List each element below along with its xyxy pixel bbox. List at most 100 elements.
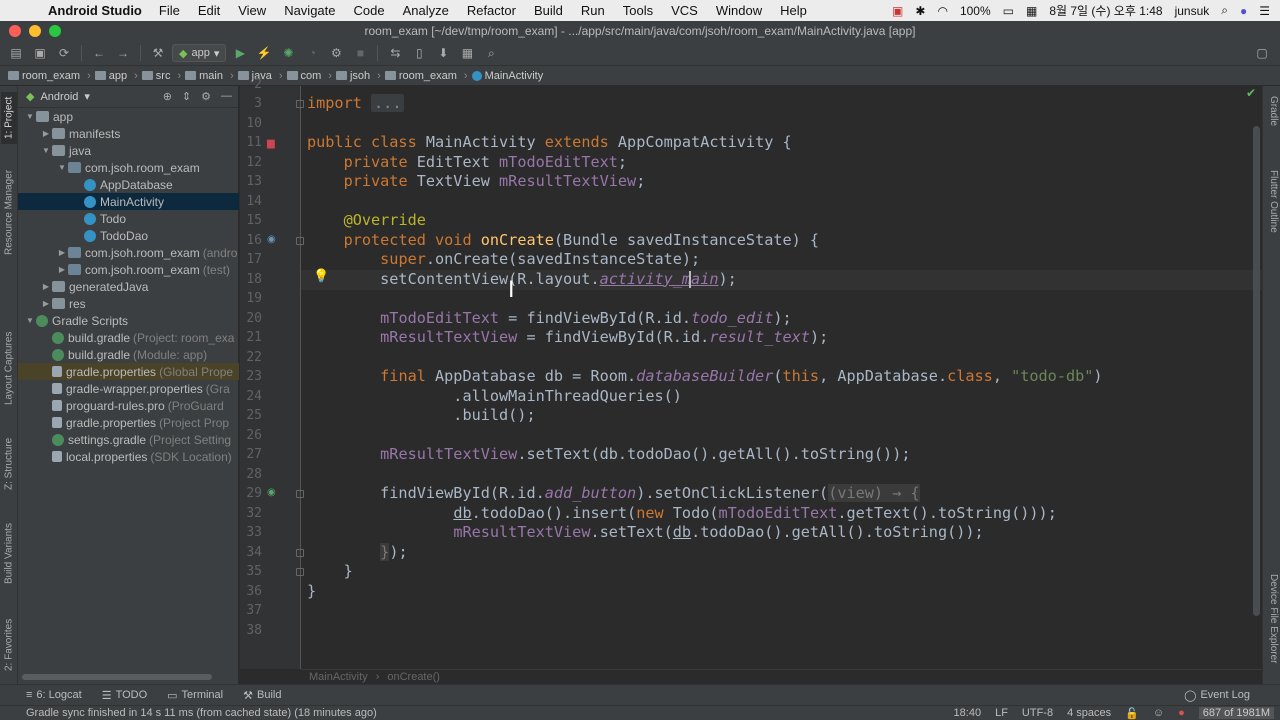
collapse-arrow-icon[interactable]: ▶: [40, 299, 52, 308]
app-menu[interactable]: Android Studio: [48, 3, 142, 18]
locate-file-icon[interactable]: ⊕: [163, 90, 172, 103]
search-icon[interactable]: ⌕: [481, 44, 501, 62]
notification-center-icon[interactable]: ☰: [1259, 4, 1270, 18]
tab-build-variants[interactable]: Build Variants: [1, 518, 17, 590]
collapse-arrow-icon[interactable]: ▶: [40, 129, 52, 138]
back-icon[interactable]: ←: [89, 44, 109, 62]
gradle-sync-icon[interactable]: ⇆: [385, 44, 405, 62]
lambda-marker-icon[interactable]: ◉: [267, 487, 276, 498]
tree-item[interactable]: ▶ manifests: [18, 125, 239, 142]
lock-icon[interactable]: 🔓: [1125, 707, 1139, 720]
code-breadcrumb-item[interactable]: onCreate(): [387, 671, 440, 683]
tree-item[interactable]: ▶ com.jsoh.room_exam (andro: [18, 244, 239, 261]
tree-item[interactable]: settings.gradle (Project Setting: [18, 431, 239, 448]
caret-position[interactable]: 18:40: [954, 707, 982, 719]
menu-code[interactable]: Code: [354, 3, 385, 18]
memory-indicator[interactable]: 687 of 1981M: [1198, 707, 1274, 719]
tab-build[interactable]: ⚒ Build: [243, 689, 281, 702]
expand-arrow-icon[interactable]: ▼: [24, 316, 36, 325]
inspection-ok-icon[interactable]: ✔: [1246, 86, 1256, 100]
calendar-icon[interactable]: ▣: [892, 4, 903, 18]
menu-build[interactable]: Build: [534, 3, 563, 18]
run-icon[interactable]: ▶: [230, 44, 250, 62]
bluetooth-icon[interactable]: ✱: [915, 4, 925, 18]
tree-item[interactable]: build.gradle (Module: app): [18, 346, 239, 363]
breadcrumb-item[interactable]: room_exam ›: [8, 70, 95, 82]
menu-vcs[interactable]: VCS: [671, 3, 698, 18]
tree-item[interactable]: TodoDao: [18, 227, 239, 244]
open-folder-icon[interactable]: ▤: [6, 44, 26, 62]
profile-icon[interactable]: ◔: [302, 44, 322, 62]
class-marker-icon[interactable]: ▆: [267, 138, 275, 149]
notification-icon[interactable]: ●: [1178, 707, 1185, 719]
tab-project[interactable]: 1: Project: [1, 92, 17, 144]
menu-navigate[interactable]: Navigate: [284, 3, 335, 18]
override-marker-icon[interactable]: ◉: [267, 234, 276, 245]
debug-icon[interactable]: ✺: [278, 44, 298, 62]
sdk-manager-icon[interactable]: ⬇: [433, 44, 453, 62]
siri-icon[interactable]: ●: [1240, 4, 1247, 18]
breadcrumb-item[interactable]: src ›: [141, 70, 185, 82]
fold-toggle[interactable]: [296, 490, 304, 498]
collapse-arrow-icon[interactable]: ▶: [40, 282, 52, 291]
tab-todo[interactable]: ☰ TODO: [102, 689, 147, 702]
build-icon[interactable]: ⚒: [148, 44, 168, 62]
tab-favorites[interactable]: 2: Favorites: [1, 614, 17, 676]
tree-item[interactable]: build.gradle (Project: room_exa: [18, 329, 239, 346]
tree-item[interactable]: ▶ generatedJava: [18, 278, 239, 295]
forward-icon[interactable]: →: [113, 44, 133, 62]
tab-event-log[interactable]: ◯ Event Log: [1184, 689, 1250, 702]
collapse-all-icon[interactable]: ⇕: [182, 90, 191, 103]
user-name[interactable]: junsuk: [1175, 4, 1210, 18]
expand-arrow-icon[interactable]: ▼: [40, 146, 52, 155]
code-area[interactable]: import ... public class MainActivity ext…: [307, 86, 1242, 669]
stop-icon[interactable]: ■: [350, 44, 370, 62]
fold-toggle[interactable]: [296, 237, 304, 245]
battery-icon[interactable]: ▭: [1003, 4, 1014, 18]
wifi-icon[interactable]: ◠: [937, 4, 947, 18]
close-window-button[interactable]: [9, 25, 21, 37]
tab-terminal[interactable]: ▭ Terminal: [167, 689, 223, 702]
tree-item[interactable]: ▼ com.jsoh.room_exam: [18, 159, 239, 176]
menu-analyze[interactable]: Analyze: [403, 3, 449, 18]
file-encoding[interactable]: UTF-8: [1022, 707, 1053, 719]
hector-icon[interactable]: ☺: [1153, 707, 1164, 719]
code-editor[interactable]: 2 3 10 11 12 13 14 15 16 17 18 19 20 21 22 23 24 25 26 27 28…: [240, 77, 1263, 684]
expand-arrow-icon[interactable]: ▼: [56, 163, 68, 172]
collapse-arrow-icon[interactable]: ▶: [56, 248, 68, 257]
project-structure-icon[interactable]: ▦: [457, 44, 477, 62]
menu-help[interactable]: Help: [780, 3, 807, 18]
spotlight-icon[interactable]: ⌕: [1221, 3, 1228, 18]
layout-toggle-icon[interactable]: ▢: [1252, 44, 1272, 62]
zoom-window-button[interactable]: [49, 25, 61, 37]
save-all-icon[interactable]: ▣: [30, 44, 50, 62]
minimize-window-button[interactable]: [29, 25, 41, 37]
collapse-arrow-icon[interactable]: ▶: [56, 265, 68, 274]
tree-item[interactable]: proguard-rules.pro (ProGuard: [18, 397, 239, 414]
menu-edit[interactable]: Edit: [198, 3, 220, 18]
tab-device-file-explorer[interactable]: Device File Explorer: [1265, 574, 1279, 680]
menu-tools[interactable]: Tools: [623, 3, 653, 18]
tab-structure[interactable]: Z: Structure: [1, 428, 17, 500]
apply-changes-icon[interactable]: ⚡: [254, 44, 274, 62]
breadcrumb-item[interactable]: com ›: [286, 70, 336, 82]
code-breadcrumb-item[interactable]: MainActivity: [309, 671, 368, 683]
attach-debugger-icon[interactable]: ⚙: [326, 44, 346, 62]
breadcrumb-item[interactable]: app ›: [94, 70, 142, 82]
run-configuration-select[interactable]: ◆ app ▾: [172, 44, 227, 62]
indent-setting[interactable]: 4 spaces: [1067, 707, 1111, 719]
input-source-icon[interactable]: ▦: [1026, 4, 1037, 18]
tree-item[interactable]: ▶ res: [18, 295, 239, 312]
gear-icon[interactable]: ⚙: [201, 90, 211, 103]
menu-refactor[interactable]: Refactor: [467, 3, 516, 18]
tree-item[interactable]: gradle-wrapper.properties (Gra: [18, 380, 239, 397]
breadcrumb-item[interactable]: jsoh ›: [335, 70, 385, 82]
clock[interactable]: 8월 7일 (수) 오후 1:48: [1049, 2, 1162, 19]
breadcrumb-item[interactable]: room_exam ›: [384, 70, 472, 82]
tree-item[interactable]: AppDatabase: [18, 176, 239, 193]
sync-icon[interactable]: ⟳: [54, 44, 74, 62]
menu-window[interactable]: Window: [716, 3, 762, 18]
project-view-select[interactable]: Android: [40, 91, 78, 103]
fold-toggle[interactable]: [296, 549, 304, 557]
avd-manager-icon[interactable]: ▯: [409, 44, 429, 62]
